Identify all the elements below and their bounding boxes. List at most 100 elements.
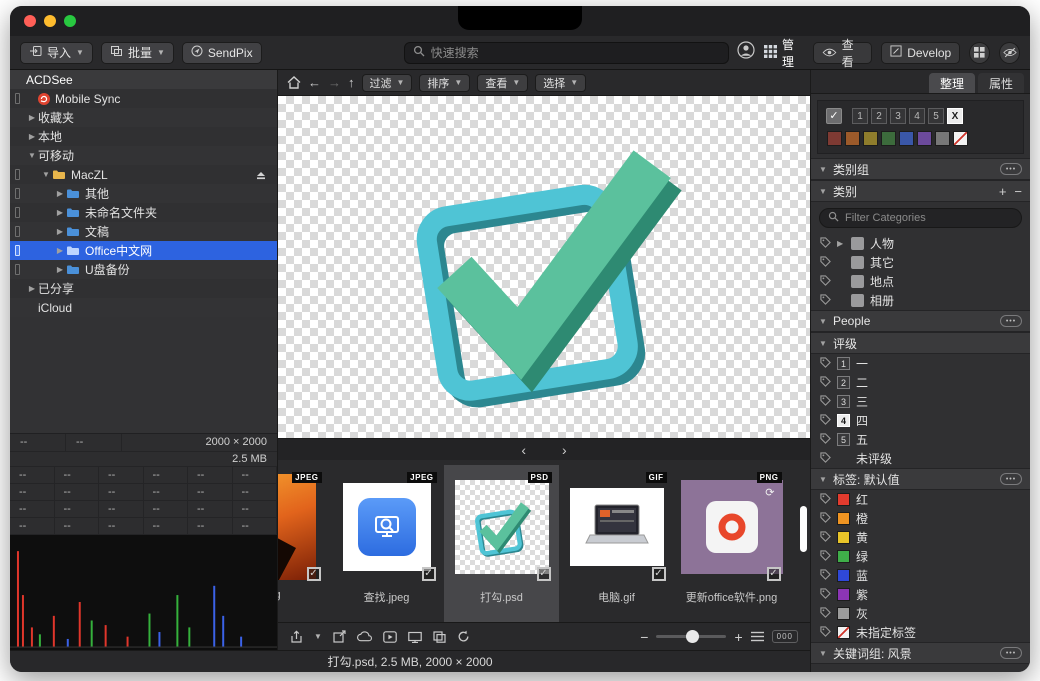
tree-item[interactable]: iCloud — [10, 298, 277, 317]
section-menu-icon[interactable]: ••• — [1000, 163, 1022, 175]
label-row[interactable]: 蓝 — [811, 566, 1030, 585]
rating-row[interactable]: 未评级 — [811, 449, 1030, 468]
tab-properties[interactable]: 属性 — [978, 73, 1024, 93]
category-checkbox[interactable] — [851, 256, 864, 269]
chevron-right-icon[interactable]: ▶ — [54, 208, 66, 217]
section-menu-icon[interactable]: ••• — [1000, 315, 1022, 327]
filter-dropdown[interactable]: 过滤▼ — [362, 74, 413, 92]
label-color-swatch[interactable] — [837, 588, 850, 601]
label-color-swatch[interactable] — [837, 607, 850, 620]
tree-item[interactable]: ▶其他 — [10, 184, 277, 203]
eye-off-button[interactable] — [999, 42, 1020, 64]
remove-category-button[interactable]: − — [1014, 184, 1022, 199]
easy-select-bar[interactable] — [15, 226, 20, 237]
tree-item[interactable]: Mobile Sync — [10, 89, 277, 108]
sync-icon[interactable] — [457, 630, 470, 643]
zoom-slider-knob[interactable] — [686, 630, 699, 643]
close-window-button[interactable] — [24, 15, 36, 27]
view-dropdown[interactable]: 查看▼ — [477, 74, 528, 92]
minimize-window-button[interactable] — [44, 15, 56, 27]
color-label-swatch[interactable] — [827, 131, 842, 146]
label-row[interactable]: 未指定标签 — [811, 623, 1030, 642]
zoom-window-button[interactable] — [64, 15, 76, 27]
account-icon[interactable] — [737, 41, 755, 64]
chevron-right-icon[interactable]: ▶ — [54, 265, 66, 274]
label-row[interactable]: 红 — [811, 490, 1030, 509]
no-label-swatch[interactable] — [837, 626, 850, 639]
color-label-swatch[interactable] — [899, 131, 914, 146]
category-checkbox[interactable] — [851, 275, 864, 288]
category-checkbox[interactable] — [851, 294, 864, 307]
zoom-out-icon[interactable]: − — [640, 629, 648, 645]
rating-square[interactable]: 5 — [837, 433, 850, 446]
category-row[interactable]: 相册 — [811, 291, 1030, 310]
color-label-swatch[interactable] — [935, 131, 950, 146]
thumbnail-checkbox[interactable]: ✓ — [537, 567, 551, 581]
label-color-swatch[interactable] — [837, 512, 850, 525]
tree-item[interactable]: ▶文稿 — [10, 222, 277, 241]
filmstrip-item[interactable]: GIF✓电脑.gif — [559, 465, 674, 622]
projector-icon[interactable] — [408, 631, 422, 643]
quick-search-input[interactable]: 快速搜索 — [404, 42, 729, 64]
tree-item[interactable]: ▼MacZL — [10, 165, 277, 184]
sort-dropdown[interactable]: 排序▼ — [419, 74, 470, 92]
rating-row[interactable]: 1一 — [811, 354, 1030, 373]
filmstrip-item[interactable]: ⟳PNG✓更新office软件.png — [674, 465, 789, 622]
color-label-swatch[interactable] — [881, 131, 896, 146]
sendpix-button[interactable]: SendPix — [182, 42, 262, 64]
easy-select-bar[interactable] — [15, 93, 20, 104]
share-export-icon[interactable] — [290, 630, 303, 644]
tree-item[interactable]: ▶已分享 — [10, 279, 277, 298]
mode-manage-button[interactable]: 管理 — [764, 36, 804, 70]
label-row[interactable]: 紫 — [811, 585, 1030, 604]
label-row[interactable]: 橙 — [811, 509, 1030, 528]
zoom-slider[interactable] — [656, 635, 726, 638]
label-row[interactable]: 绿 — [811, 547, 1030, 566]
tree-item[interactable]: ▶本地 — [10, 127, 277, 146]
back-icon[interactable]: ← — [308, 75, 321, 90]
next-image-icon[interactable]: › — [562, 442, 567, 458]
chevron-right-icon[interactable]: ▶ — [54, 227, 66, 236]
rating-square[interactable]: 1 — [837, 357, 850, 370]
chevron-right-icon[interactable]: ▶ — [837, 239, 845, 248]
rating-row[interactable]: 3三 — [811, 392, 1030, 411]
external-editor-icon[interactable] — [333, 630, 346, 643]
thumbnail-checkbox[interactable]: ✓ — [767, 567, 781, 581]
image-preview[interactable] — [278, 96, 810, 438]
thumbnail-checkbox[interactable]: ✓ — [307, 567, 321, 581]
tree-item[interactable]: ▶收藏夹 — [10, 108, 277, 127]
chevron-down-icon[interactable]: ▼ — [314, 633, 322, 641]
play-slideshow-icon[interactable] — [383, 631, 397, 643]
chevron-right-icon[interactable]: ▶ — [26, 284, 38, 293]
chevron-down-icon[interactable]: ▼ — [26, 151, 38, 160]
easy-select-bar[interactable] — [15, 188, 20, 199]
category-row[interactable]: 其它 — [811, 253, 1030, 272]
easy-select-bar[interactable] — [15, 264, 20, 275]
color-label-swatch[interactable] — [917, 131, 932, 146]
prev-image-icon[interactable]: ‹ — [521, 442, 526, 458]
section-people[interactable]: ▼ People ••• — [811, 310, 1030, 332]
rating-row[interactable]: 5五 — [811, 430, 1030, 449]
chevron-right-icon[interactable]: ▶ — [26, 113, 38, 122]
label-row[interactable]: 灰 — [811, 604, 1030, 623]
color-label-swatch[interactable] — [845, 131, 860, 146]
thumbnail-checkbox[interactable]: ✓ — [422, 567, 436, 581]
section-menu-icon[interactable]: ••• — [1000, 647, 1022, 659]
category-checkbox[interactable] — [851, 237, 864, 250]
filmstrip-scrollbar[interactable] — [800, 506, 807, 552]
section-keywords[interactable]: ▼ 关键词组: 风景 ••• — [811, 642, 1030, 664]
filmstrip-item[interactable]: JPEG✓查找.jpeg — [329, 465, 444, 622]
chevron-right-icon[interactable]: ▶ — [54, 246, 66, 255]
tree-item[interactable]: ▶Office中文网 — [10, 241, 277, 260]
forward-icon[interactable]: → — [328, 75, 341, 90]
chevron-down-icon[interactable]: ▼ — [40, 170, 52, 179]
tree-item[interactable]: ▶未命名文件夹 — [10, 203, 277, 222]
mode-view-button[interactable]: 查看 — [813, 42, 873, 64]
acdsee-365-button[interactable] — [969, 42, 990, 64]
chevron-right-icon[interactable]: ▶ — [26, 132, 38, 141]
rating-button-3[interactable]: 3 — [890, 108, 906, 124]
mode-develop-button[interactable]: Develop — [881, 42, 960, 64]
rating-button-X[interactable]: X — [947, 108, 963, 124]
category-row[interactable]: 地点 — [811, 272, 1030, 291]
list-view-icon[interactable] — [751, 631, 764, 642]
